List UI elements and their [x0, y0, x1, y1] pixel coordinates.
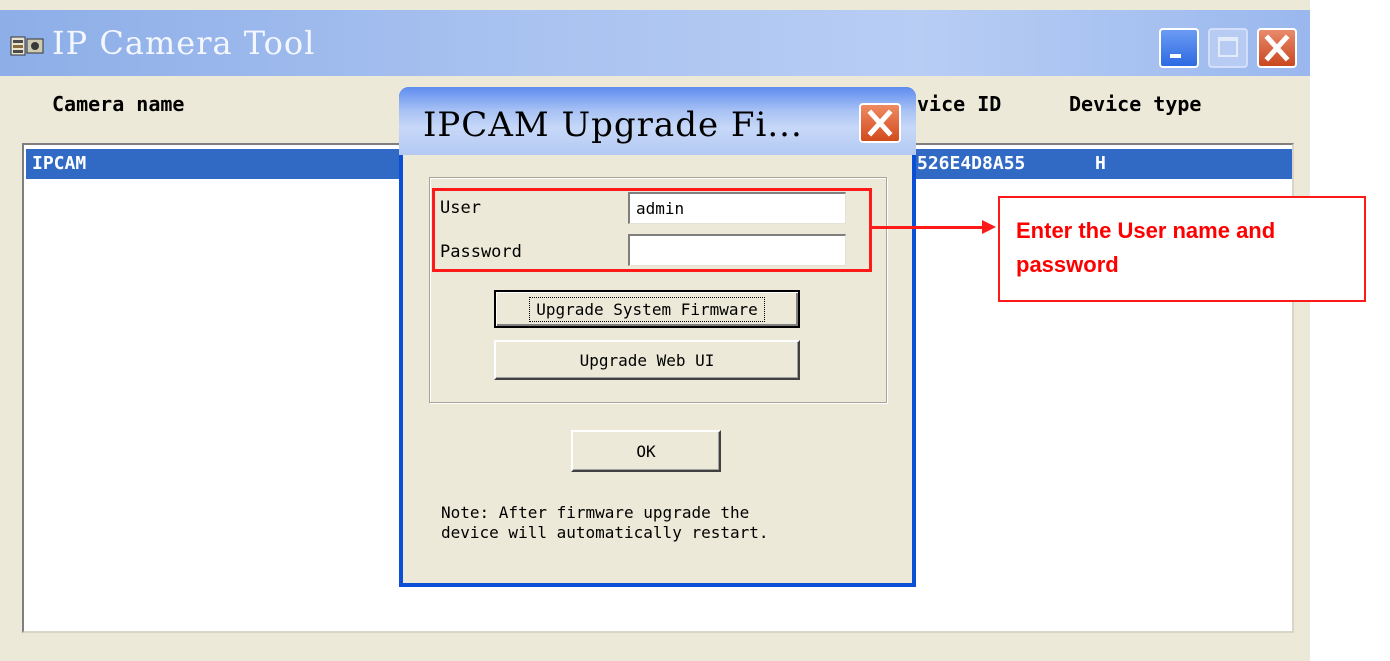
column-header-device-id[interactable]: vice ID	[917, 92, 1001, 116]
maximize-icon	[1218, 37, 1238, 57]
close-icon	[867, 109, 893, 137]
callout-arrow-line	[872, 226, 984, 229]
window-titlebar[interactable]: IP Camera Tool	[0, 10, 1310, 76]
close-icon	[1264, 34, 1290, 62]
row-device-id: 526E4D8A55	[917, 153, 1026, 174]
credentials-highlight	[432, 188, 872, 272]
minimize-button[interactable]	[1159, 28, 1199, 68]
upgrade-firmware-dialog: IPCAM Upgrade Fi... User Password Upgrad…	[399, 87, 916, 587]
row-device-type: H	[1095, 153, 1106, 174]
ok-label: OK	[636, 441, 656, 461]
upgrade-system-firmware-button[interactable]: Upgrade System Firmware	[494, 290, 800, 328]
ok-button[interactable]: OK	[571, 430, 721, 472]
upgrade-system-firmware-label: Upgrade System Firmware	[529, 296, 765, 322]
close-button[interactable]	[1257, 28, 1297, 68]
window-title: IP Camera Tool	[52, 24, 316, 62]
column-header-device-type[interactable]: Device type	[1069, 92, 1201, 116]
upgrade-web-ui-label: Upgrade Web UI	[579, 350, 715, 370]
camera-tool-icon	[10, 34, 44, 58]
annotation-callout: Enter the User name and password	[998, 196, 1366, 302]
row-camera-name: IPCAM	[32, 153, 87, 174]
dialog-titlebar[interactable]: IPCAM Upgrade Fi...	[399, 87, 916, 155]
minimize-icon	[1170, 54, 1181, 58]
dialog-title: IPCAM Upgrade Fi...	[423, 105, 803, 145]
dialog-close-button[interactable]	[859, 103, 901, 143]
maximize-button[interactable]	[1208, 28, 1248, 68]
upgrade-note: Note: After firmware upgrade the device …	[441, 503, 769, 542]
callout-arrow-head	[982, 220, 996, 234]
upgrade-web-ui-button[interactable]: Upgrade Web UI	[494, 340, 800, 380]
column-header-camera-name[interactable]: Camera name	[52, 92, 184, 116]
